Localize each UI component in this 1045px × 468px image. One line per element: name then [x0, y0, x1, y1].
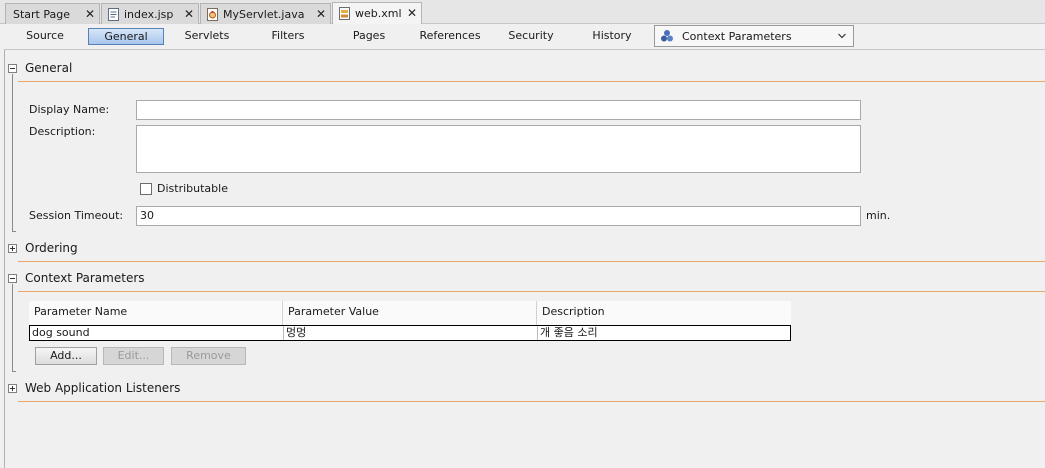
section-title-ordering: Ordering — [25, 241, 78, 255]
column-header-parameter-name[interactable]: Parameter Name — [29, 301, 283, 325]
distributable-checkbox[interactable] — [140, 183, 152, 195]
close-icon[interactable]: ✕ — [85, 7, 95, 21]
view-tab-history[interactable]: History — [574, 28, 650, 45]
tab-web-xml[interactable]: web.xml ✕ — [332, 2, 422, 24]
session-timeout-label: Session Timeout: — [29, 209, 124, 222]
cluster-icon — [660, 29, 674, 43]
jsp-file-icon — [107, 7, 121, 22]
view-tab-general[interactable]: General — [88, 28, 164, 45]
section-rule — [18, 291, 1045, 292]
session-timeout-unit: min. — [866, 209, 891, 222]
section-title-listeners: Web Application Listeners — [25, 381, 181, 395]
view-tab-source[interactable]: Source — [7, 28, 83, 45]
column-header-description[interactable]: Description — [537, 301, 791, 325]
tab-label: web.xml — [355, 7, 402, 20]
collapse-toggle-context-parameters[interactable] — [8, 274, 17, 283]
section-title-context-parameters: Context Parameters — [25, 271, 145, 285]
collapse-toggle-general[interactable] — [8, 64, 17, 73]
display-name-label: Display Name: — [29, 103, 110, 116]
section-guide-end — [12, 231, 16, 232]
view-tab-filters[interactable]: Filters — [250, 28, 326, 45]
panel-left-edge — [4, 50, 5, 468]
tab-label: index.jsp — [124, 7, 174, 21]
section-combo[interactable]: Context Parameters — [654, 25, 854, 47]
java-file-icon — [206, 7, 220, 22]
section-guide — [12, 284, 13, 372]
tab-label: MyServlet.java — [223, 7, 305, 21]
cell-description: 개 좋음 소리 — [540, 326, 598, 339]
section-rule — [18, 261, 1045, 262]
distributable-label: Distributable — [157, 182, 228, 195]
cell-parameter-name: dog sound — [32, 326, 90, 339]
section-guide-end — [12, 371, 16, 372]
description-field[interactable] — [136, 125, 861, 173]
cell-parameter-value: 멍멍 — [286, 326, 307, 339]
tab-start-page[interactable]: Start Page ✕ — [5, 3, 100, 24]
expand-toggle-listeners[interactable] — [8, 384, 17, 393]
chevron-down-icon[interactable] — [837, 31, 847, 41]
display-name-field[interactable] — [136, 100, 861, 120]
view-tab-security[interactable]: Security — [493, 28, 569, 45]
view-tab-pages[interactable]: Pages — [331, 28, 407, 45]
tab-index-jsp[interactable]: index.jsp ✕ — [101, 3, 199, 24]
description-label: Description: — [29, 125, 96, 138]
tab-label: Start Page — [13, 7, 70, 21]
column-header-parameter-value[interactable]: Parameter Value — [283, 301, 537, 325]
toolbar-divider — [4, 49, 1045, 50]
table-row[interactable]: dog sound 멍멍 개 좋음 소리 — [29, 325, 791, 341]
expand-toggle-ordering[interactable] — [8, 244, 17, 253]
combo-selected-value: Context Parameters — [682, 29, 792, 43]
close-icon[interactable]: ✕ — [184, 7, 194, 21]
edit-button[interactable]: Edit... — [103, 347, 164, 365]
section-rule — [18, 401, 1045, 402]
remove-button[interactable]: Remove — [171, 347, 246, 365]
section-guide — [12, 74, 13, 232]
add-button[interactable]: Add... — [35, 347, 97, 365]
xml-file-icon — [338, 6, 352, 21]
view-tab-references[interactable]: References — [412, 28, 488, 45]
session-timeout-field[interactable]: 30 — [136, 206, 861, 226]
section-rule — [18, 81, 1045, 82]
close-icon[interactable]: ✕ — [407, 6, 417, 20]
close-icon[interactable]: ✕ — [316, 7, 326, 21]
view-tab-servlets[interactable]: Servlets — [169, 28, 245, 45]
section-title-general: General — [25, 61, 73, 75]
tab-myservlet-java[interactable]: MyServlet.java ✕ — [200, 3, 331, 24]
